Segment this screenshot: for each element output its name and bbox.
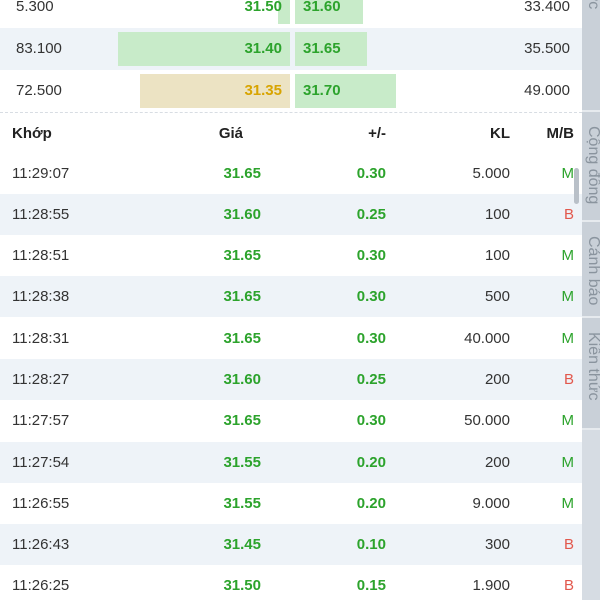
bid-volume: 5.300	[16, 0, 54, 15]
tab-community-label: Cộng đồng	[585, 126, 600, 205]
header-price: Giá	[218, 125, 243, 142]
trading-panel: 5.300 31.50 31.60 33.400 83.100 31.40 31…	[0, 0, 582, 600]
trade-side: M	[561, 330, 575, 347]
trade-price: 31.65	[223, 412, 261, 429]
trade-volume: 200	[484, 454, 510, 471]
trade-row: 11:27:57 31.65 0.30 50.000 M	[0, 400, 582, 441]
trade-price: 31.55	[223, 454, 261, 471]
trade-price: 31.55	[223, 495, 261, 512]
ask-volume: 35.500	[524, 40, 570, 57]
header-change: +/-	[368, 125, 386, 142]
trade-volume: 9.000	[472, 495, 510, 512]
trade-time: 11:27:54	[12, 454, 70, 471]
trade-change: 0.30	[356, 247, 386, 264]
side-tab-bar: Tin tức Cộng đồng Cảnh báo Kiến thức	[582, 0, 600, 600]
trade-time: 11:28:51	[12, 247, 70, 264]
trade-volume: 40.000	[464, 330, 510, 347]
trade-side: B	[563, 206, 574, 223]
header-volume: KL	[490, 125, 510, 142]
trade-change: 0.20	[356, 454, 386, 471]
trade-change: 0.10	[356, 536, 386, 553]
ask-volume: 49.000	[524, 82, 570, 99]
trade-row: 11:28:27 31.60 0.25 200 B	[0, 359, 582, 400]
trade-price: 31.65	[223, 288, 261, 305]
trade-change: 0.30	[356, 412, 386, 429]
trade-time: 11:26:43	[12, 536, 70, 553]
tab-knowledge[interactable]: Kiến thức	[582, 318, 600, 430]
order-book-row: 5.300 31.50 31.60 33.400	[0, 0, 582, 28]
trade-price: 31.45	[223, 536, 261, 553]
trade-time: 11:28:55	[12, 206, 70, 223]
trade-change: 0.30	[356, 165, 386, 182]
tab-alerts-label: Cảnh báo	[585, 236, 600, 306]
bid-price: 31.35	[244, 82, 282, 99]
trade-side: B	[563, 536, 574, 553]
ask-price: 31.65	[303, 40, 341, 57]
trade-volume: 200	[484, 371, 510, 388]
trade-volume: 500	[484, 288, 510, 305]
header-time: Khớp	[12, 125, 52, 142]
trade-side: M	[561, 412, 575, 429]
trade-row: 11:26:55 31.55 0.20 9.000 M	[0, 483, 582, 524]
trade-side: M	[561, 495, 575, 512]
trade-row: 11:26:43 31.45 0.10 300 B	[0, 524, 582, 565]
trade-time: 11:29:07	[12, 165, 70, 182]
trade-change: 0.20	[356, 495, 386, 512]
trade-volume: 50.000	[464, 412, 510, 429]
trade-price: 31.65	[223, 330, 261, 347]
ask-price: 31.70	[303, 82, 341, 99]
trade-side: M	[561, 165, 575, 182]
trade-side: M	[561, 288, 575, 305]
bid-volume: 83.100	[16, 40, 62, 57]
trade-time: 11:27:57	[12, 412, 70, 429]
tab-news-label: Tin tức	[584, 0, 600, 9]
ask-price: 31.60	[303, 0, 341, 15]
trade-change: 0.30	[356, 288, 386, 305]
trade-price: 31.60	[223, 371, 261, 388]
order-book-row: 72.500 31.35 31.70 49.000	[0, 70, 582, 112]
tab-alerts[interactable]: Cảnh báo	[582, 222, 600, 318]
order-book-row: 83.100 31.40 31.65 35.500	[0, 28, 582, 70]
trade-row: 11:28:55 31.60 0.25 100 B	[0, 194, 582, 235]
trade-time: 11:28:27	[12, 371, 70, 388]
trade-row: 11:28:31 31.65 0.30 40.000 M	[0, 318, 582, 359]
bid-volume: 72.500	[16, 82, 62, 99]
trade-side: M	[561, 454, 575, 471]
trade-volume: 300	[484, 536, 510, 553]
tab-community[interactable]: Cộng đồng	[582, 112, 600, 222]
tab-news[interactable]: Tin tức	[582, 0, 600, 112]
trade-change: 0.30	[356, 330, 386, 347]
trade-row: 11:29:07 31.65 0.30 5.000 M	[0, 153, 582, 194]
trade-row: 11:27:54 31.55 0.20 200 M	[0, 442, 582, 483]
trade-volume: 100	[484, 206, 510, 223]
ask-volume: 33.400	[524, 0, 570, 15]
trade-price: 31.60	[223, 206, 261, 223]
scrollbar-thumb[interactable]	[574, 168, 579, 204]
trade-time: 11:28:38	[12, 288, 70, 305]
trade-change: 0.25	[356, 206, 386, 223]
divider	[0, 112, 582, 113]
bid-price: 31.40	[244, 40, 282, 57]
tab-knowledge-label: Kiến thức	[585, 332, 600, 401]
trade-volume: 100	[484, 247, 510, 264]
trade-change: 0.25	[356, 371, 386, 388]
trade-price: 31.65	[223, 247, 261, 264]
header-side: M/B	[546, 125, 575, 142]
trade-time: 11:28:31	[12, 330, 70, 347]
trade-volume: 5.000	[472, 165, 510, 182]
trade-price: 31.65	[223, 165, 261, 182]
bid-price: 31.50	[244, 0, 282, 15]
trade-side: M	[561, 247, 575, 264]
trade-side: B	[563, 371, 574, 388]
trade-row: 11:28:38 31.65 0.30 500 M	[0, 276, 582, 317]
trade-time: 11:26:55	[12, 495, 70, 512]
trade-row: 11:28:51 31.65 0.30 100 M	[0, 235, 582, 276]
